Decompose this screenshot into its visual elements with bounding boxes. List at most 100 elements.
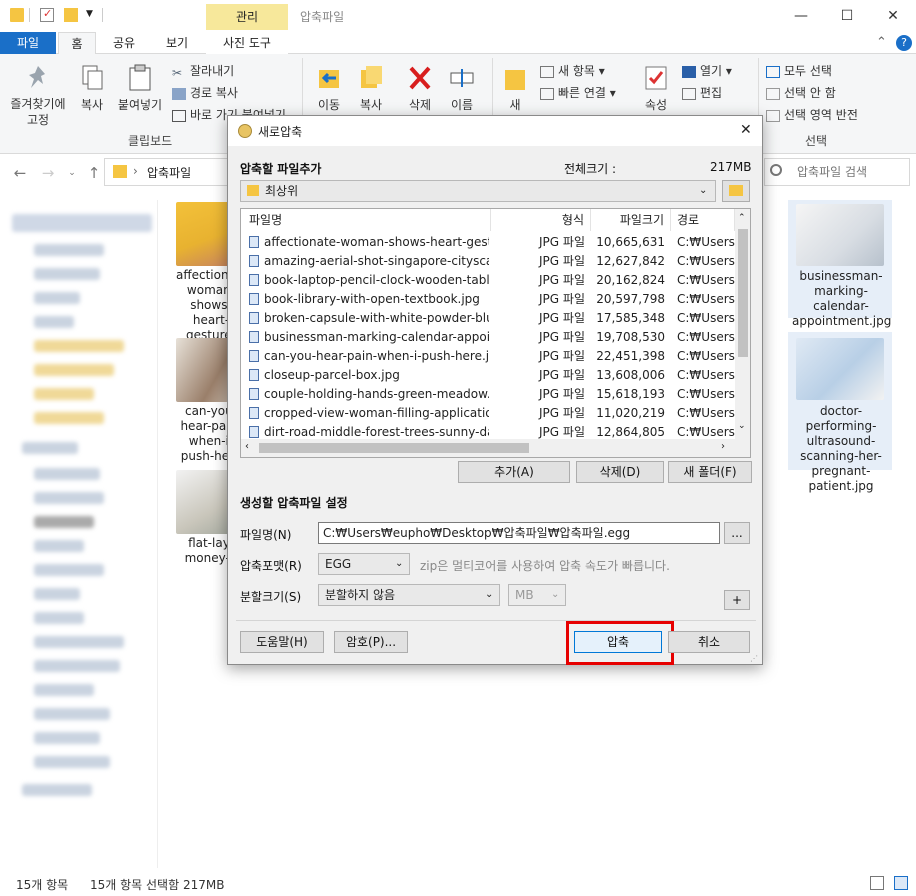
nav-item[interactable]	[34, 364, 114, 376]
nav-item[interactable]	[34, 388, 94, 400]
tab-view[interactable]: 보기	[154, 32, 200, 54]
details-view-icon[interactable]	[870, 876, 884, 890]
image-thumbnail[interactable]	[796, 338, 884, 400]
location-select[interactable]: 최상위 ⌄	[240, 180, 716, 202]
scroll-down-icon[interactable]: ⌄	[738, 421, 746, 431]
tab-share[interactable]: 공유	[104, 32, 144, 54]
nav-item[interactable]	[34, 612, 84, 624]
add-button[interactable]: 추가(A)	[458, 461, 570, 483]
format-select[interactable]: EGG ⌄	[318, 553, 410, 575]
new-folder-button[interactable]: 새	[498, 64, 532, 113]
nav-item[interactable]	[34, 340, 124, 352]
column-header-size[interactable]: 파일크기	[591, 209, 671, 231]
vertical-scrollbar[interactable]: ⌃ ⌄	[735, 209, 750, 457]
tab-home[interactable]: 홈	[58, 32, 96, 54]
resize-grip-icon[interactable]: ⋰	[750, 654, 758, 663]
nav-item[interactable]	[34, 564, 104, 576]
breadcrumb-current[interactable]: 압축파일	[147, 164, 191, 181]
expand-options-button[interactable]: +	[724, 590, 750, 610]
nav-item[interactable]	[34, 244, 104, 256]
nav-item[interactable]	[34, 492, 104, 504]
new-folder-icon[interactable]	[64, 8, 78, 22]
copy-button[interactable]: 복사	[72, 64, 112, 113]
large-icons-view-icon[interactable]	[894, 876, 908, 890]
maximize-button[interactable]: ☐	[824, 0, 870, 32]
close-button[interactable]: ✕	[870, 0, 916, 32]
file-row[interactable]: amazing-aerial-shot-singapore-cityscap..…	[241, 252, 735, 271]
nav-item[interactable]	[34, 732, 100, 744]
nav-item[interactable]	[22, 784, 92, 796]
cancel-button[interactable]: 취소	[668, 631, 750, 653]
compress-button[interactable]: 압축	[574, 631, 662, 653]
dialog-close-button[interactable]: ✕	[740, 122, 752, 138]
nav-item[interactable]	[34, 516, 94, 528]
nav-item[interactable]	[34, 292, 80, 304]
nav-item[interactable]	[34, 636, 124, 648]
invert-selection-button[interactable]: 선택 영역 반전	[766, 106, 858, 123]
cut-button[interactable]: ✂ 잘라내기	[172, 62, 234, 80]
nav-item[interactable]	[34, 412, 104, 424]
horizontal-scrollbar[interactable]: ‹ ›	[241, 439, 735, 457]
open-button[interactable]: 열기 ▾	[682, 62, 732, 79]
paste-button[interactable]: 붙여넣기	[114, 64, 166, 113]
file-row[interactable]: businessman-marking-calendar-appoint... J…	[241, 328, 735, 347]
new-folder-dialog-button[interactable]: 새 폴더(F)	[668, 461, 752, 483]
quick-access-dropdown-icon[interactable]: ▼	[86, 9, 93, 19]
nav-item[interactable]	[34, 684, 94, 696]
password-button[interactable]: 암호(P)...	[334, 631, 408, 653]
tab-file[interactable]: 파일	[0, 32, 56, 54]
new-item-button[interactable]: 새 항목 ▾	[540, 62, 605, 79]
column-header-type[interactable]: 형식	[491, 209, 591, 231]
minimize-button[interactable]: —	[778, 0, 824, 32]
column-header-path[interactable]: 경로	[671, 209, 735, 231]
easy-access-button[interactable]: 빠른 연결 ▾	[540, 84, 616, 101]
file-list[interactable]: 파일명 ⌃ 형식 파일크기 경로 affectionate-woman-show…	[240, 208, 751, 458]
file-row[interactable]: book-laptop-pencil-clock-wooden-table...…	[241, 271, 735, 290]
recent-dropdown-icon[interactable]: ⌄	[62, 163, 82, 183]
help-button[interactable]: 도움말(H)	[240, 631, 324, 653]
search-input[interactable]: 압축파일 검색	[764, 158, 910, 186]
nav-item[interactable]	[34, 660, 120, 672]
nav-item-quick-access[interactable]	[12, 214, 152, 232]
forward-arrow-icon[interactable]: →	[38, 163, 58, 183]
context-tab-manage[interactable]: 관리	[206, 4, 288, 30]
move-to-button[interactable]: 이동	[310, 64, 348, 113]
properties-check-icon[interactable]: ✓	[40, 7, 54, 22]
nav-item[interactable]	[34, 540, 84, 552]
nav-item[interactable]	[34, 756, 110, 768]
file-row[interactable]: broken-capsule-with-white-powder-blu... J…	[241, 309, 735, 328]
back-arrow-icon[interactable]: ←	[10, 163, 30, 183]
scroll-left-icon[interactable]: ‹	[245, 441, 249, 452]
nav-item[interactable]	[34, 316, 74, 328]
archive-path-input[interactable]: C:₩Users₩eupho₩Desktop₩압축파일₩압축파일.egg	[318, 522, 720, 544]
delete-button[interactable]: 삭제	[400, 64, 440, 113]
nav-item[interactable]	[22, 442, 78, 454]
file-name[interactable]: businessman-marking-calendar-appointment…	[792, 269, 891, 329]
split-select[interactable]: 분할하지 않음 ⌄	[318, 584, 500, 606]
file-name[interactable]: doctor-performing-ultrasound-scanning-he…	[792, 404, 890, 494]
file-row[interactable]: book-library-with-open-textbook.jpg JPG 파…	[241, 290, 735, 309]
properties-button[interactable]: 속성	[638, 64, 674, 113]
copy-to-button[interactable]: 복사	[352, 64, 390, 113]
delete-file-button[interactable]: 삭제(D)	[576, 461, 664, 483]
nav-item[interactable]	[34, 588, 80, 600]
pin-to-quick-access-button[interactable]: 즐겨찾기에 고정	[4, 64, 72, 128]
nav-item[interactable]	[34, 268, 100, 280]
up-arrow-icon[interactable]: ↑	[84, 163, 104, 183]
split-unit-select[interactable]: MB ⌄	[508, 584, 566, 606]
collapse-ribbon-icon[interactable]: ⌃	[876, 35, 887, 50]
h-scrollbar-thumb[interactable]	[259, 443, 529, 453]
nav-item[interactable]	[34, 468, 100, 480]
nav-item[interactable]	[34, 708, 110, 720]
folder-up-button[interactable]	[722, 180, 750, 202]
copy-path-button[interactable]: 경로 복사	[172, 84, 238, 101]
select-all-button[interactable]: 모두 선택	[766, 62, 832, 79]
scroll-up-icon[interactable]: ⌃	[738, 213, 746, 223]
file-row[interactable]: closeup-parcel-box.jpg JPG 파일 13,608,006 C:…	[241, 366, 735, 385]
tab-picture-tools[interactable]: 사진 도구	[206, 32, 288, 54]
select-none-button[interactable]: 선택 안 함	[766, 84, 836, 101]
file-row[interactable]: affectionate-woman-shows-heart-gestu... J…	[241, 233, 735, 252]
scroll-right-icon[interactable]: ›	[721, 441, 725, 452]
scrollbar-thumb[interactable]	[738, 229, 748, 357]
edit-button[interactable]: 편집	[682, 84, 722, 101]
